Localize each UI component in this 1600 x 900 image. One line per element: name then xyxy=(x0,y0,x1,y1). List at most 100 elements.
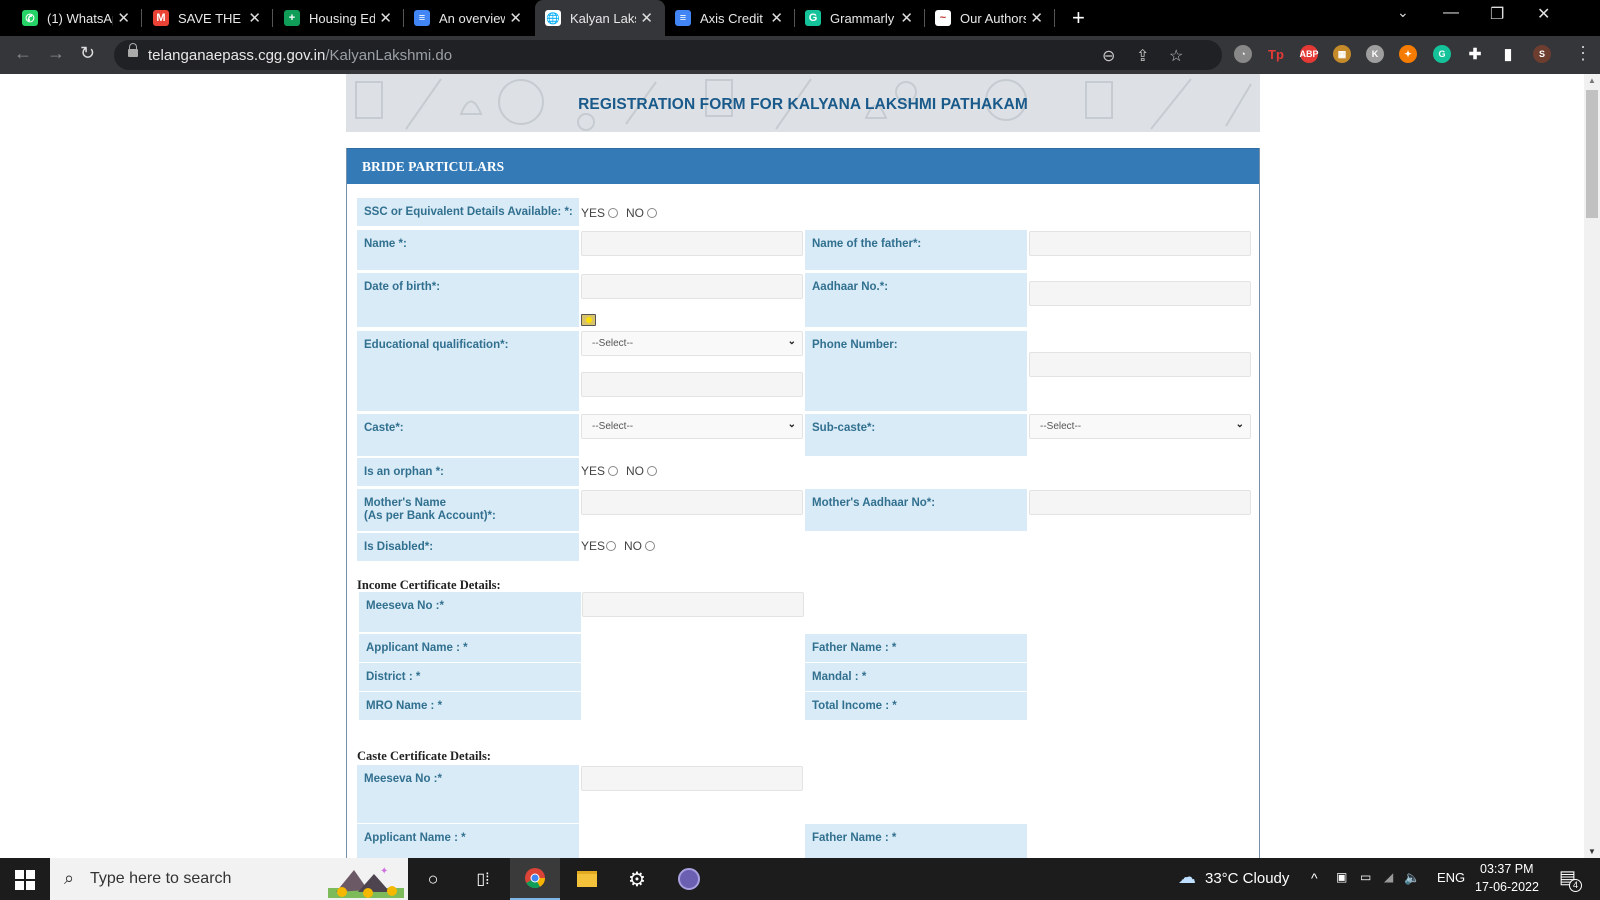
tab-search-button[interactable]: ⌄ xyxy=(1397,4,1409,21)
grammarly-extension-icon[interactable]: G xyxy=(1433,45,1451,63)
reload-button[interactable]: ↻ xyxy=(80,43,95,64)
minimize-button[interactable]: — xyxy=(1443,4,1459,22)
weather-text[interactable]: 33°C Cloudy xyxy=(1205,870,1289,887)
calendar-icon[interactable] xyxy=(581,314,596,326)
ssc-yes-radio[interactable] xyxy=(608,208,619,218)
browser-tab[interactable]: ≡ Axis Credit ✕ xyxy=(665,0,795,36)
browser-tab[interactable]: + Housing Edu✕ xyxy=(274,0,404,36)
battery-icon[interactable]: ▭ xyxy=(1360,870,1371,884)
orphan-no-radio[interactable] xyxy=(647,466,658,476)
orphan-label: Is an orphan *: xyxy=(357,458,579,486)
tab-title: An overview xyxy=(439,10,505,26)
close-tab-icon[interactable]: ✕ xyxy=(117,9,130,27)
forward-button[interactable]: → xyxy=(47,43,65,64)
close-tab-icon[interactable]: ✕ xyxy=(379,9,392,27)
mother-aadhaar-input[interactable] xyxy=(1029,490,1251,515)
tab-divider xyxy=(1054,9,1055,27)
speed-extension-icon[interactable]: ◔ xyxy=(1234,45,1252,63)
page-title: REGISTRATION FORM FOR KALYANA LAKSHMI PA… xyxy=(578,96,1028,113)
scroll-down-arrow-icon[interactable]: ▼ xyxy=(1588,847,1596,856)
close-tab-icon[interactable]: ✕ xyxy=(900,9,913,27)
browser-tab[interactable]: 🌐 Kalyan Lakshmi✕ xyxy=(535,0,665,36)
ssc-no-radio[interactable] xyxy=(647,208,658,218)
bookmark-star-icon[interactable]: ☆ xyxy=(1169,46,1183,66)
income-meeseva-label: Meeseva No :* xyxy=(359,592,581,632)
clock-time[interactable]: 03:37 PM xyxy=(1480,862,1534,876)
browser-toolbar: ← → ↻ telanganaepass.cgg.gov.in/KalyanLa… xyxy=(0,36,1600,74)
browser-tab[interactable]: ≡ An overview ✕ xyxy=(404,0,534,36)
restore-button[interactable]: ❐ xyxy=(1490,4,1504,24)
income-meeseva-input[interactable] xyxy=(582,592,804,617)
dob-input[interactable] xyxy=(581,274,803,299)
subcaste-select[interactable]: --Select-- ⌄ xyxy=(1029,414,1251,439)
close-tab-icon[interactable]: ✕ xyxy=(509,9,522,27)
name-input[interactable] xyxy=(581,231,803,256)
settings-gear-icon[interactable]: ⚙ xyxy=(612,858,662,900)
adblock-plus-icon[interactable]: ABP xyxy=(1300,45,1319,63)
zoom-icon[interactable]: ⊖ xyxy=(1102,46,1115,66)
aadhaar-input[interactable] xyxy=(1029,281,1251,306)
close-tab-icon[interactable]: ✕ xyxy=(770,9,783,27)
file-explorer-icon[interactable] xyxy=(562,858,612,900)
tp-extension-icon[interactable]: Tp xyxy=(1267,45,1285,63)
page-scrollbar[interactable]: ▲ ▼ xyxy=(1584,74,1600,858)
chevron-down-icon: ⌄ xyxy=(787,336,796,347)
lock-icon xyxy=(128,43,138,60)
mother-name-input[interactable] xyxy=(581,490,803,515)
taskbar-app-icon[interactable] xyxy=(664,858,714,900)
scrollbar-thumb[interactable] xyxy=(1586,90,1598,218)
disabled-no-label: NO xyxy=(624,539,643,553)
section-header-bride-particulars: BRIDE PARTICULARS xyxy=(347,148,1259,184)
color-picker-extension-icon[interactable]: ▦ xyxy=(1333,45,1351,63)
language-indicator[interactable]: ENG xyxy=(1437,870,1465,885)
taskbar-chrome-icon[interactable] xyxy=(510,858,560,900)
volume-icon[interactable]: 🔈 xyxy=(1404,870,1420,886)
side-panel-icon[interactable]: ▮ xyxy=(1499,45,1517,63)
taskbar-search-placeholder: Type here to search xyxy=(90,870,232,887)
extensions-puzzle-icon[interactable]: ✚ xyxy=(1466,45,1484,63)
profile-avatar[interactable]: S xyxy=(1533,45,1551,63)
gmail-icon: M xyxy=(153,10,169,26)
tab-divider xyxy=(141,9,142,27)
address-bar[interactable]: telanganaepass.cgg.gov.in/KalyanLakshmi.… xyxy=(114,40,1222,70)
ssc-details-label: SSC or Equivalent Details Available: *: xyxy=(357,198,579,226)
k-extension-icon[interactable]: K xyxy=(1366,45,1384,63)
disabled-no-radio[interactable] xyxy=(645,541,656,551)
windows-start-icon[interactable] xyxy=(15,870,35,890)
caste-meeseva-label: Meeseva No :* xyxy=(357,765,579,823)
browser-tab[interactable]: ~ Our Authors ✕ xyxy=(925,0,1055,36)
back-button[interactable]: ← xyxy=(14,43,32,64)
education-select[interactable]: --Select-- ⌄ xyxy=(581,331,803,356)
caste-applicant-name-label: Applicant Name : * xyxy=(357,824,579,858)
share-icon[interactable]: ⇪ xyxy=(1136,46,1149,66)
show-hidden-icons-chevron-icon[interactable]: ^ xyxy=(1311,870,1318,886)
meet-now-icon[interactable]: ▣ xyxy=(1336,870,1347,884)
wifi-icon[interactable]: ◢ xyxy=(1384,870,1393,884)
new-tab-button[interactable]: + xyxy=(1072,5,1085,31)
phone-input[interactable] xyxy=(1029,352,1251,377)
url-text[interactable]: telanganaepass.cgg.gov.in/KalyanLakshmi.… xyxy=(148,47,452,64)
orphan-yes-radio[interactable] xyxy=(608,466,619,476)
browser-tab[interactable]: G Grammarly ✕ xyxy=(795,0,925,36)
taskbar-search-box[interactable]: ⌕ Type here to search ✦ xyxy=(50,858,408,900)
close-window-button[interactable]: ✕ xyxy=(1537,4,1550,24)
caste-select[interactable]: --Select-- ⌄ xyxy=(581,414,803,439)
scroll-up-arrow-icon[interactable]: ▲ xyxy=(1588,76,1596,85)
caste-meeseva-input[interactable] xyxy=(581,766,803,791)
close-tab-icon[interactable]: ✕ xyxy=(248,9,261,27)
browser-menu-icon[interactable]: ⋮ xyxy=(1574,43,1592,64)
phone-label: Phone Number: xyxy=(805,331,1027,411)
browser-tab[interactable]: M SAVE THE DATE✕ xyxy=(143,0,273,36)
close-tab-icon[interactable]: ✕ xyxy=(1030,9,1043,27)
close-tab-icon[interactable]: ✕ xyxy=(640,9,653,27)
browser-tab[interactable]: ✆ (1) WhatsApp✕ xyxy=(12,0,142,36)
cortana-icon[interactable]: ○ xyxy=(408,858,458,900)
clock-date[interactable]: 17-06-2022 xyxy=(1475,880,1539,894)
honey-extension-icon[interactable]: ✦ xyxy=(1399,45,1417,63)
task-view-icon[interactable]: ▯⁞ xyxy=(458,858,508,900)
chevron-down-icon: ⌄ xyxy=(787,419,796,430)
education-other-input[interactable] xyxy=(581,372,803,397)
father-name-input[interactable] xyxy=(1029,231,1251,256)
tab-title: Kalyan Lakshmi xyxy=(570,10,636,26)
disabled-yes-radio[interactable] xyxy=(606,541,617,551)
